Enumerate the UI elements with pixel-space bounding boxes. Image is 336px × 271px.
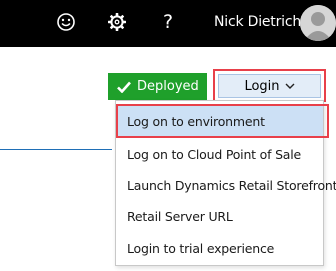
top-bar: ? Nick Dietrich — [0, 0, 336, 47]
login-label: Login — [244, 78, 280, 94]
menu-item-login-to-trial-experience[interactable]: Login to trial experience — [116, 233, 323, 264]
avatar[interactable] — [300, 5, 336, 41]
menu-item-log-on-to-cloud-pos[interactable]: Log on to Cloud Point of Sale — [116, 139, 323, 170]
menu-item-log-on-to-environment[interactable]: Log on to environment — [116, 106, 323, 137]
menu-item-label: Retail Server URL — [127, 209, 233, 224]
divider-line — [0, 149, 112, 150]
chevron-down-icon — [285, 83, 295, 89]
deployed-label: Deployed — [137, 79, 199, 94]
login-button[interactable]: Login — [218, 74, 321, 98]
checkmark-icon — [117, 81, 131, 93]
menu-item-label: Log on to Cloud Point of Sale — [127, 147, 302, 162]
deployed-status-badge: Deployed — [108, 73, 207, 100]
menu-item-retail-server-url[interactable]: Retail Server URL — [116, 201, 323, 232]
menu-item-label: Log on to environment — [127, 114, 265, 129]
user-name[interactable]: Nick Dietrich — [214, 14, 301, 30]
smiley-icon[interactable] — [54, 10, 78, 34]
help-icon[interactable]: ? — [156, 10, 180, 34]
menu-item-launch-retail-storefront[interactable]: Launch Dynamics Retail Storefront — [116, 170, 336, 201]
login-dropdown-menu: Log on to environment Log on to Cloud Po… — [115, 100, 336, 266]
menu-item-label: Launch Dynamics Retail Storefront — [127, 178, 336, 193]
menu-item-label: Login to trial experience — [127, 241, 275, 256]
person-icon — [300, 5, 336, 41]
gear-icon[interactable] — [105, 10, 129, 34]
